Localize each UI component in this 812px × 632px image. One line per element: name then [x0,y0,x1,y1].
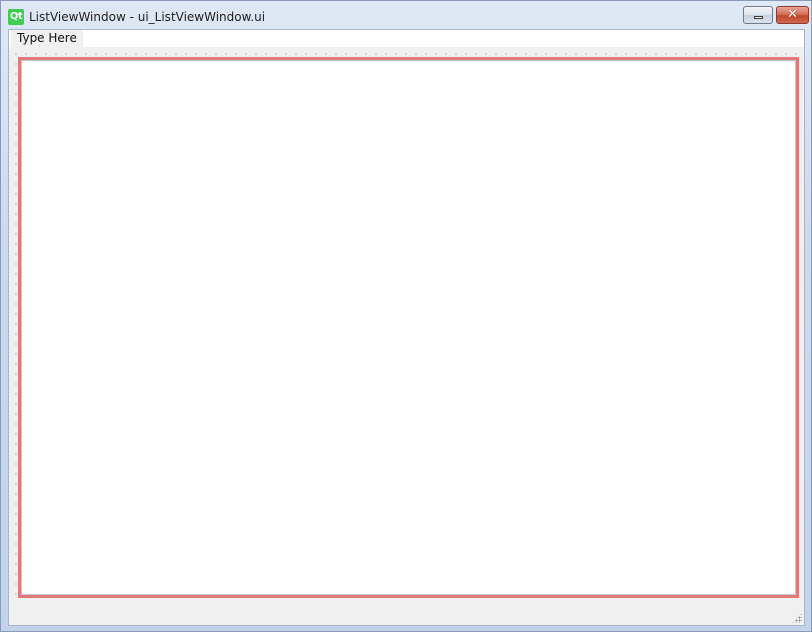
list-view-widget[interactable] [18,57,799,598]
designer-form-window: Qt ListViewWindow - ui_ListViewWindow.ui… [0,0,812,632]
menu-bar: Type Here [9,30,804,47]
minimize-button[interactable] [743,6,773,24]
window-title: ListViewWindow - ui_ListViewWindow.ui [29,10,266,24]
qt-logo-icon: Qt [8,9,24,25]
menu-item-type-here[interactable]: Type Here [11,30,83,47]
central-widget: Type Here [8,29,805,626]
size-grip-icon[interactable] [792,613,802,623]
status-bar [9,598,804,625]
minimize-icon [754,16,763,19]
close-icon: ✕ [787,7,798,22]
title-bar[interactable]: Qt ListViewWindow - ui_ListViewWindow.ui… [1,1,811,29]
close-button[interactable]: ✕ [776,6,809,24]
